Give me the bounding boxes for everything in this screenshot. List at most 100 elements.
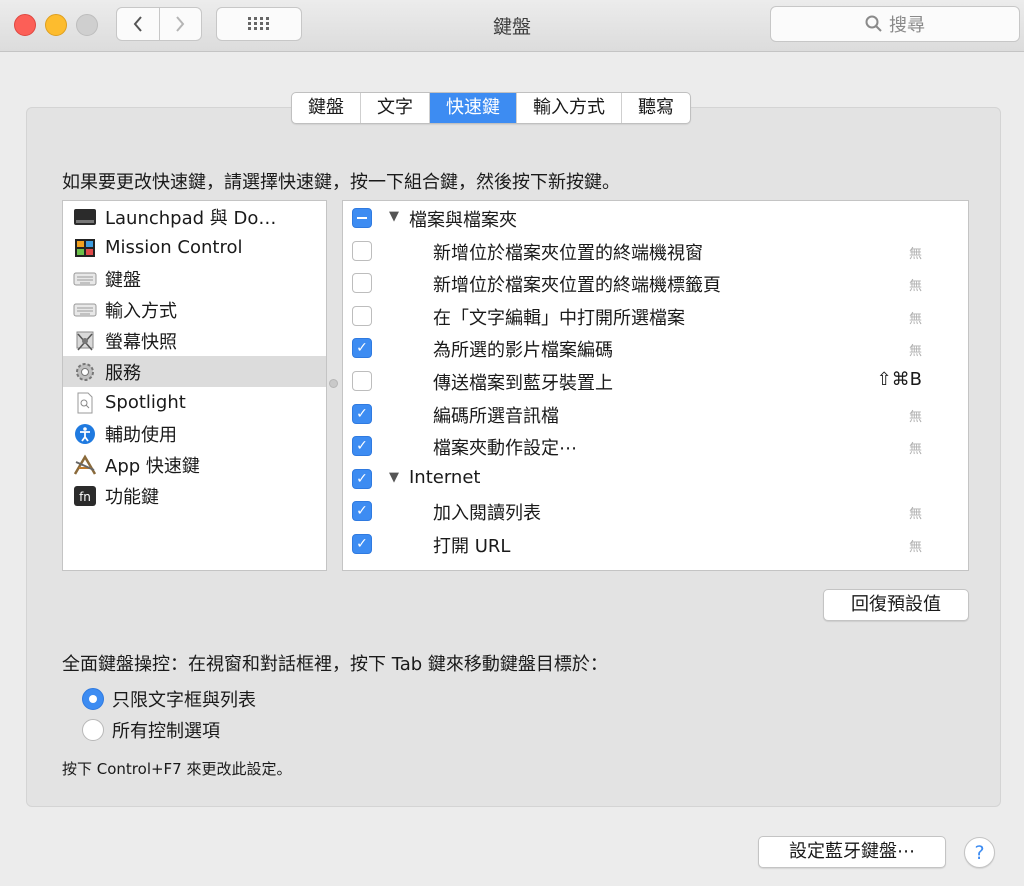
- search-icon: [865, 15, 882, 32]
- category-label: 服務: [105, 362, 141, 384]
- restore-defaults-button[interactable]: 回復預設值: [823, 589, 969, 621]
- shortcut-checkbox[interactable]: [352, 240, 372, 261]
- shortcut-row[interactable]: 新增位於檔案夾位置的終端機標籤頁 無: [343, 266, 968, 299]
- help-button[interactable]: ?: [964, 837, 995, 868]
- category-label: 功能鍵: [105, 486, 159, 508]
- shortcut-group-row[interactable]: ✓ ▼ Internet: [343, 462, 968, 495]
- mission-control-icon: [73, 237, 97, 259]
- category-list: Launchpad 與 Do… Mission Control 鍵盤 輸入方式 …: [62, 200, 327, 571]
- radio-button[interactable]: [82, 688, 104, 710]
- category-item-app-shortcuts[interactable]: App 快速鍵: [63, 449, 326, 480]
- shortcut-label: 為所選的影片檔案編碼: [433, 340, 613, 362]
- shortcut-row[interactable]: 在「文字編輯」中打開所選檔案 無: [343, 299, 968, 332]
- group-label: Internet: [409, 466, 481, 488]
- category-label: Mission Control: [105, 237, 243, 258]
- chevron-left-icon: [133, 16, 142, 32]
- tab-shortcuts[interactable]: 快速鍵: [429, 93, 516, 123]
- shortcut-label: 打開 URL: [433, 535, 511, 557]
- shortcut-keys[interactable]: 無: [909, 275, 922, 294]
- shortcut-label: 傳送檔案到藍牙裝置上: [433, 372, 613, 394]
- category-item-accessibility[interactable]: 輔助使用: [63, 418, 326, 449]
- shortcut-list: ▼ 檔案與檔案夾 新增位於檔案夾位置的終端機視窗 無 新增位於檔案夾位置的終端機…: [342, 200, 969, 571]
- shortcut-label: 編碼所選音訊檔: [433, 405, 559, 427]
- fn-key-icon: fn: [73, 485, 97, 507]
- shortcut-label: 新增位於檔案夾位置的終端機視窗: [433, 242, 703, 264]
- shortcut-label: 在「文字編輯」中打開所選檔案: [433, 307, 685, 329]
- split-view-handle[interactable]: [329, 379, 338, 388]
- category-item-function-keys[interactable]: fn 功能鍵: [63, 480, 326, 511]
- shortcut-checkbox[interactable]: ✓: [352, 533, 372, 554]
- category-item-mission-control[interactable]: Mission Control: [63, 232, 326, 263]
- search-field[interactable]: 搜尋: [770, 6, 1020, 42]
- category-label: 螢幕快照: [105, 331, 177, 353]
- shortcut-keys[interactable]: 無: [909, 438, 922, 457]
- forward-button[interactable]: [158, 8, 202, 40]
- grid-icon: [248, 17, 269, 30]
- disclosure-triangle-icon[interactable]: ▼: [389, 470, 399, 485]
- close-window-button[interactable]: [14, 14, 36, 36]
- category-label: 輔助使用: [105, 424, 177, 446]
- shortcut-row[interactable]: 傳送檔案到藍牙裝置上 ⇧⌘B: [343, 364, 968, 397]
- shortcut-checkbox[interactable]: [352, 273, 372, 294]
- show-all-button[interactable]: [216, 7, 302, 41]
- instruction-text: 如果要更改快速鍵，請選擇快速鍵，按一下組合鍵，然後按下新按鍵。: [62, 172, 620, 193]
- category-label: App 快速鍵: [105, 455, 200, 477]
- nav-back-forward: [116, 7, 202, 41]
- setup-bluetooth-keyboard-button[interactable]: 設定藍牙鍵盤⋯: [758, 836, 946, 868]
- shortcut-checkbox[interactable]: ✓: [352, 468, 372, 489]
- title-bar: 鍵盤 搜尋: [0, 0, 1024, 52]
- shortcut-keys[interactable]: ⇧⌘B: [877, 369, 922, 390]
- shortcut-keys[interactable]: 無: [909, 536, 922, 555]
- keyboard-access-hint: 按下 Control+F7 來更改此設定。: [62, 760, 292, 778]
- shortcut-keys[interactable]: 無: [909, 243, 922, 262]
- shortcut-keys[interactable]: 無: [909, 308, 922, 327]
- tab-dictation[interactable]: 聽寫: [621, 93, 690, 123]
- svg-text:fn: fn: [79, 490, 91, 504]
- category-item-input-sources[interactable]: 輸入方式: [63, 294, 326, 325]
- shortcut-checkbox[interactable]: [352, 370, 372, 391]
- radio-option-text-boxes[interactable]: 只限文字框與列表: [82, 686, 256, 712]
- category-item-launchpad[interactable]: Launchpad 與 Do…: [63, 201, 326, 232]
- shortcut-row[interactable]: ✓ 檔案夾動作設定⋯ 無: [343, 429, 968, 462]
- category-item-screenshots[interactable]: 螢幕快照: [63, 325, 326, 356]
- shortcut-checkbox[interactable]: ✓: [352, 403, 372, 424]
- zoom-window-button[interactable]: [76, 14, 98, 36]
- tab-text[interactable]: 文字: [360, 93, 429, 123]
- shortcut-keys[interactable]: 無: [909, 340, 922, 359]
- category-label: 鍵盤: [105, 269, 141, 291]
- back-button[interactable]: [117, 8, 159, 40]
- keyboard-icon: [73, 268, 97, 290]
- shortcut-row[interactable]: 新增位於檔案夾位置的終端機視窗 無: [343, 234, 968, 267]
- minimize-window-button[interactable]: [45, 14, 67, 36]
- tab-input-sources[interactable]: 輸入方式: [516, 93, 621, 123]
- shortcut-group-row[interactable]: ▼ 檔案與檔案夾: [343, 201, 968, 234]
- shortcut-checkbox[interactable]: ✓: [352, 436, 372, 457]
- disclosure-triangle-icon[interactable]: ▼: [389, 209, 399, 224]
- shortcut-row[interactable]: ✓ 打開 URL 無: [343, 527, 968, 560]
- radio-option-all-controls[interactable]: 所有控制選項: [82, 717, 220, 743]
- shortcut-checkbox[interactable]: [352, 208, 372, 228]
- shortcut-keys[interactable]: 無: [909, 406, 922, 425]
- shortcut-checkbox[interactable]: ✓: [352, 501, 372, 522]
- shortcut-keys[interactable]: 無: [909, 503, 922, 522]
- full-keyboard-access-label: 全面鍵盤操控：在視窗和對話框裡，按下 Tab 鍵來移動鍵盤目標於：: [62, 654, 608, 675]
- category-item-keyboard[interactable]: 鍵盤: [63, 263, 326, 294]
- shortcut-row[interactable]: ✓ 加入閱讀列表 無: [343, 494, 968, 527]
- category-label: Spotlight: [105, 392, 186, 413]
- shortcut-label: 新增位於檔案夾位置的終端機標籤頁: [433, 275, 721, 297]
- radio-label: 只限文字框與列表: [112, 690, 256, 711]
- shortcut-checkbox[interactable]: [352, 305, 372, 326]
- tab-keyboard[interactable]: 鍵盤: [292, 93, 360, 123]
- spotlight-icon: [73, 392, 97, 414]
- shortcut-row[interactable]: ✓ 為所選的影片檔案編碼 無: [343, 331, 968, 364]
- radio-button[interactable]: [82, 719, 104, 741]
- search-placeholder: 搜尋: [889, 15, 925, 36]
- app-shortcuts-icon: [73, 454, 97, 476]
- group-label: 檔案與檔案夾: [409, 210, 517, 231]
- shortcut-checkbox[interactable]: ✓: [352, 338, 372, 359]
- input-source-icon: [73, 299, 97, 321]
- shortcut-row[interactable]: ✓ 編碼所選音訊檔 無: [343, 397, 968, 430]
- category-item-services[interactable]: 服務: [63, 356, 326, 387]
- category-item-spotlight[interactable]: Spotlight: [63, 387, 326, 418]
- accessibility-icon: [73, 423, 97, 445]
